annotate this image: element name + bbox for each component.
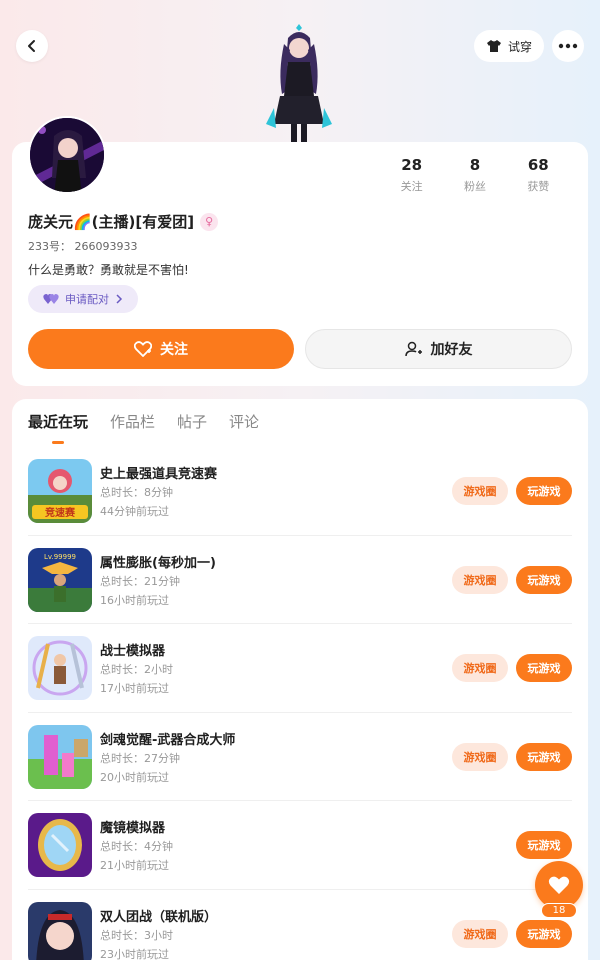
game-duration: 总时长：2小时 xyxy=(100,663,173,676)
game-last-played: 23小时前玩过 xyxy=(100,947,169,960)
svg-text:Lv.99999: Lv.99999 xyxy=(44,553,76,561)
game-last-played: 21小时前玩过 xyxy=(100,859,169,872)
avatar[interactable] xyxy=(28,116,106,194)
svg-text:竞速赛: 竞速赛 xyxy=(44,506,76,519)
profile-stats: 28 关注 8 粉丝 68 获赞 xyxy=(380,156,570,194)
tab-comments[interactable]: 评论 xyxy=(229,411,259,444)
chevron-right-icon xyxy=(116,294,123,304)
heart-icon xyxy=(548,876,570,894)
tab-works[interactable]: 作品栏 xyxy=(110,411,155,444)
game-circle-button[interactable]: 游戏圈 xyxy=(452,742,508,771)
apply-pair-label: 申请配对 xyxy=(65,293,109,306)
back-button[interactable] xyxy=(16,30,48,62)
follow-button[interactable]: 关注 xyxy=(28,329,294,369)
game-title: 剑魂觉醒-武器合成大师 xyxy=(100,732,236,748)
game-title: 双人团战（联机版） xyxy=(100,909,218,925)
game-circle-button[interactable]: 游戏圈 xyxy=(452,919,508,948)
list-item[interactable]: Lv.99999 属性膨胀(每秒加一) 总时长：21分钟 16小时前玩过 游戏圈… xyxy=(28,536,572,624)
list-item[interactable]: 竞速赛 史上最强道具竞速赛 总时长：8分钟 44分钟前玩过 游戏圈 玩游戏 xyxy=(28,447,572,536)
more-options-button[interactable] xyxy=(552,30,584,62)
stat-label: 关注 xyxy=(400,180,423,193)
stat-label: 获赞 xyxy=(527,180,550,193)
game-duration: 总时长：3小时 xyxy=(100,928,173,942)
play-game-button[interactable]: 玩游戏 xyxy=(516,742,572,771)
try-on-label: 试穿 xyxy=(507,39,532,54)
list-item[interactable]: 双人团战（联机版） 总时长：3小时 23小时前玩过 游戏圈 玩游戏 xyxy=(28,890,572,960)
game-circle-button[interactable]: 游戏圈 xyxy=(452,654,508,682)
game-circle-button[interactable]: 游戏圈 xyxy=(452,477,508,505)
play-game-button[interactable]: 玩游戏 xyxy=(516,919,572,948)
game-last-played: 44分钟前玩过 xyxy=(100,505,169,518)
stat-value: 28 xyxy=(401,156,423,174)
play-game-button[interactable]: 玩游戏 xyxy=(516,477,572,505)
stat-label: 粉丝 xyxy=(463,180,486,193)
list-item[interactable]: 战士模拟器 总时长：2小时 17小时前玩过 游戏圈 玩游戏 xyxy=(28,624,572,713)
chevron-left-icon xyxy=(28,40,35,52)
game-icon xyxy=(28,901,92,960)
like-fab-button[interactable] xyxy=(535,861,583,909)
game-circle-button[interactable]: 游戏圈 xyxy=(452,565,508,594)
apply-pair-button[interactable]: 申请配对 xyxy=(28,285,138,313)
game-icon xyxy=(28,636,92,700)
game-title: 战士模拟器 xyxy=(100,644,166,659)
tab-recently-played[interactable]: 最近在玩 xyxy=(28,411,88,444)
try-on-button[interactable]: 试穿 xyxy=(474,30,544,62)
more-dots-icon xyxy=(558,43,578,49)
recent-games-card: 最近在玩 作品栏 帖子 评论 竞速赛 史上最强道具竞速赛 总时长：8分钟 44分… xyxy=(12,399,588,960)
game-title: 属性膨胀(每秒加一) xyxy=(100,555,216,571)
game-icon xyxy=(28,813,92,877)
username-text: 庞关元🌈(主播)[有爱团] xyxy=(28,213,195,231)
game-duration: 总时长：4分钟 xyxy=(100,840,173,853)
list-item[interactable]: 魔镜模拟器 总时长：4分钟 21小时前玩过 玩游戏 xyxy=(28,801,572,890)
stat-value: 68 xyxy=(527,156,549,174)
stat-following[interactable]: 28 关注 xyxy=(380,156,443,194)
game-duration: 总时长：27分钟 xyxy=(100,751,180,765)
add-user-icon xyxy=(404,341,422,357)
game-title: 魔镜模拟器 xyxy=(100,821,166,836)
double-heart-icon xyxy=(43,294,59,304)
game-list: 竞速赛 史上最强道具竞速赛 总时长：8分钟 44分钟前玩过 游戏圈 玩游戏 Lv… xyxy=(28,447,572,960)
play-game-button[interactable]: 玩游戏 xyxy=(516,831,572,859)
profile-tabs: 最近在玩 作品栏 帖子 评论 xyxy=(28,411,259,444)
game-icon: Lv.99999 xyxy=(28,547,92,612)
username: 庞关元🌈(主播)[有爱团] ♀ xyxy=(28,211,219,232)
game-duration: 总时长：21分钟 xyxy=(100,574,180,588)
game-duration: 总时长：8分钟 xyxy=(100,486,173,499)
play-game-button[interactable]: 玩游戏 xyxy=(516,565,572,594)
follow-label: 关注 xyxy=(160,342,188,358)
stat-likes[interactable]: 68 获赞 xyxy=(507,156,570,194)
play-game-button[interactable]: 玩游戏 xyxy=(516,654,572,682)
user-bio: 什么是勇敢？勇敢就是不害怕! xyxy=(28,263,189,277)
stat-value: 8 xyxy=(469,156,481,174)
game-icon xyxy=(28,724,92,789)
add-friend-button[interactable]: 加好友 xyxy=(305,329,572,369)
female-gender-icon: ♀ xyxy=(200,212,219,231)
game-last-played: 20小时前玩过 xyxy=(100,770,169,784)
like-count-badge: 18 xyxy=(541,903,577,918)
shirt-icon xyxy=(486,40,501,52)
tab-posts[interactable]: 帖子 xyxy=(177,411,207,444)
game-title: 史上最强道具竞速赛 xyxy=(100,467,218,482)
avatar-3d-figure[interactable] xyxy=(258,24,340,144)
game-last-played: 17小时前玩过 xyxy=(100,682,169,695)
add-friend-label: 加好友 xyxy=(430,342,473,358)
heart-plus-icon xyxy=(134,341,152,357)
stat-followers[interactable]: 8 粉丝 xyxy=(443,156,506,194)
game-last-played: 16小时前玩过 xyxy=(100,593,169,607)
user-id-value: 266093933 xyxy=(74,240,138,253)
list-item[interactable]: 剑魂觉醒-武器合成大师 总时长：27分钟 20小时前玩过 游戏圈 玩游戏 xyxy=(28,713,572,801)
user-id-label: 233号： xyxy=(28,240,71,253)
user-id: 233号： 266093933 xyxy=(28,238,138,254)
game-icon: 竞速赛 xyxy=(28,459,92,523)
